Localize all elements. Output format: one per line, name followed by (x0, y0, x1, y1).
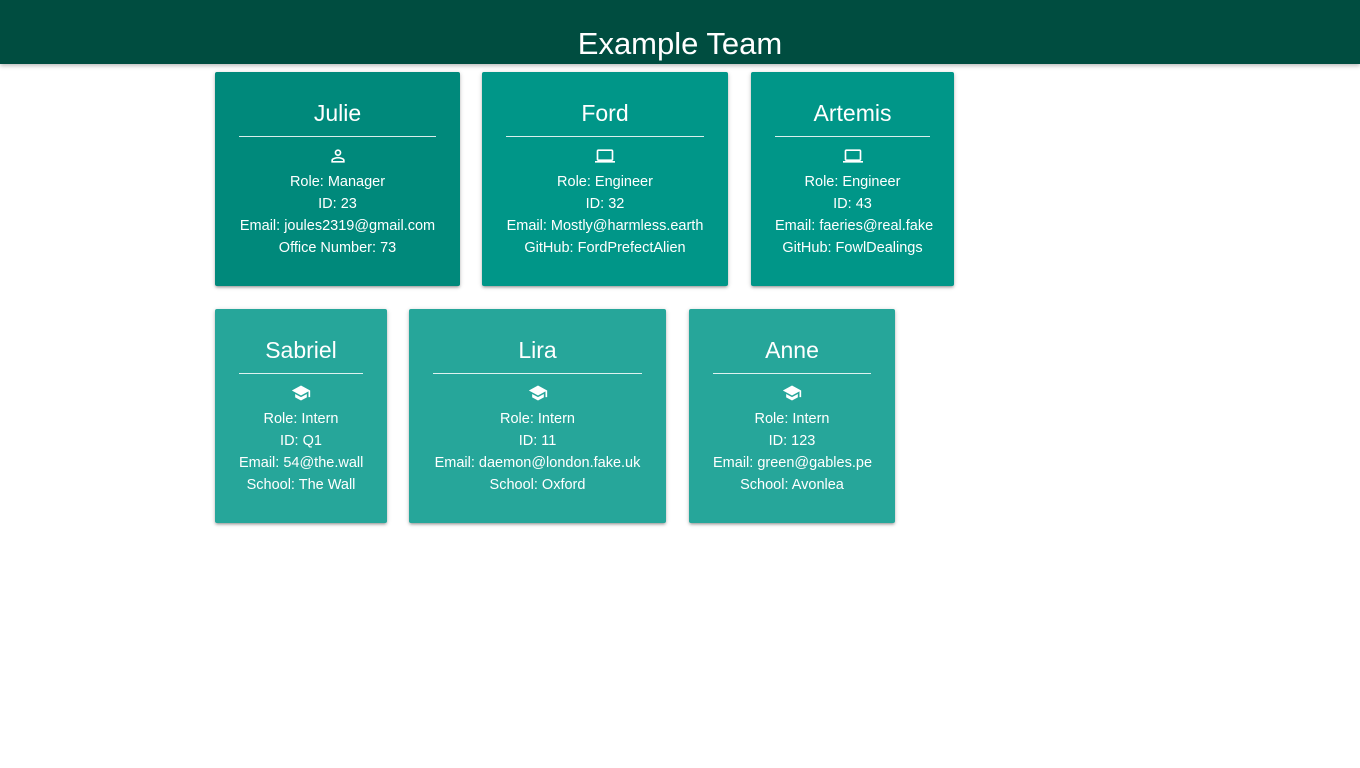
graduation-cap-icon (291, 385, 311, 401)
employee-email: Email: joules2319@gmail.com (239, 218, 436, 234)
employee-email: Email: daemon@london.fake.uk (434, 455, 641, 471)
employee-name: Sabriel (239, 333, 363, 374)
employee-id: ID: Q1 (280, 433, 322, 449)
employee-role: Role: Manager (289, 174, 386, 190)
graduation-cap-icon (782, 385, 802, 401)
employee-role: Role: Intern (263, 411, 339, 427)
employee-email: Email: green@gables.pe (713, 455, 873, 471)
employee-email: Email: faeries@real.fake (775, 218, 934, 234)
employee-card-engineer: Artemis Role: Engineer ID: 43 Email: fae… (751, 72, 954, 286)
laptop-icon (842, 149, 863, 163)
employee-role: Role: Engineer (804, 174, 901, 190)
employee-email: Email: Mostly@harmless.earth (506, 218, 704, 234)
employee-id: ID: 32 (585, 196, 625, 212)
employee-role: Role: Intern (754, 411, 830, 427)
employee-name: Artemis (775, 96, 930, 137)
employee-card-intern: Lira Role: Intern ID: 11 Email: daemon@l… (409, 309, 666, 523)
employee-id: ID: 123 (768, 433, 816, 449)
employee-card-intern: Anne Role: Intern ID: 123 Email: green@g… (689, 309, 895, 523)
employee-role: Role: Engineer (557, 174, 653, 190)
employee-github: GitHub: FordPrefectAlien (524, 240, 686, 256)
employee-name: Ford (506, 96, 704, 137)
employee-id: ID: 43 (833, 196, 872, 212)
employee-role: Role: Intern (500, 411, 575, 427)
employee-office-number: Office Number: 73 (278, 240, 397, 256)
page-header: Example Team (0, 0, 1360, 64)
employee-card-manager: Julie Role: Manager ID: 23 Email: joules… (215, 72, 460, 286)
employee-name: Julie (239, 96, 436, 137)
employee-name: Lira (433, 333, 642, 374)
page-title: Example Team (577, 26, 783, 61)
employee-email: Email: 54@the.wall (239, 455, 364, 471)
employee-id: ID: 11 (518, 433, 557, 449)
employee-card-intern: Sabriel Role: Intern ID: Q1 Email: 54@th… (215, 309, 387, 523)
employee-id: ID: 23 (318, 196, 357, 212)
employee-card-engineer: Ford Role: Engineer ID: 32 Email: Mostly… (482, 72, 728, 286)
employee-school: School: Avonlea (740, 477, 844, 493)
employee-github: GitHub: FowlDealings (782, 240, 923, 256)
employee-school: School: The Wall (246, 477, 356, 493)
graduation-cap-icon (528, 385, 547, 401)
employee-school: School: Oxford (489, 477, 586, 493)
laptop-icon (595, 149, 615, 163)
person-icon (330, 149, 345, 163)
employee-name: Anne (713, 333, 871, 374)
